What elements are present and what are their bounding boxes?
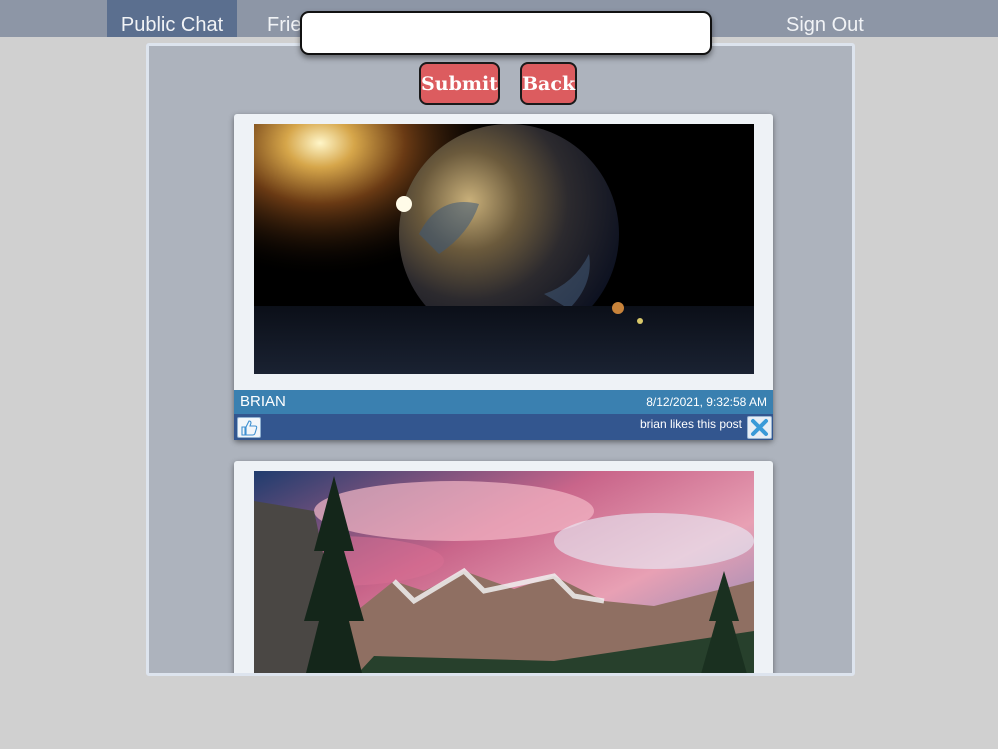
post-card: [234, 461, 773, 673]
post-timestamp: 8/12/2021, 9:32:58 AM: [646, 395, 767, 409]
post-action-bar: brian likes this post: [234, 414, 773, 440]
remove-button[interactable]: [747, 416, 772, 439]
post-card: BRIAN 8/12/2021, 9:32:58 AM brian likes …: [234, 114, 773, 440]
close-icon: [751, 419, 768, 436]
post-image: [254, 471, 754, 673]
feed-panel[interactable]: BRIAN 8/12/2021, 9:32:58 AM brian likes …: [146, 43, 855, 676]
back-button[interactable]: Back: [520, 62, 577, 105]
tab-friends[interactable]: Frie: [267, 0, 301, 37]
submit-button[interactable]: Submit: [419, 62, 500, 105]
thumbs-up-icon: [241, 420, 258, 436]
likes-text: brian likes this post: [639, 417, 742, 431]
post-meta-bar: BRIAN 8/12/2021, 9:32:58 AM: [234, 390, 773, 414]
post-image: [254, 124, 754, 374]
search-input[interactable]: [300, 11, 712, 55]
tab-public-chat[interactable]: Public Chat: [107, 0, 237, 37]
like-button[interactable]: [237, 417, 261, 438]
post-author: BRIAN: [240, 393, 286, 410]
sign-out-link[interactable]: Sign Out: [786, 0, 864, 37]
